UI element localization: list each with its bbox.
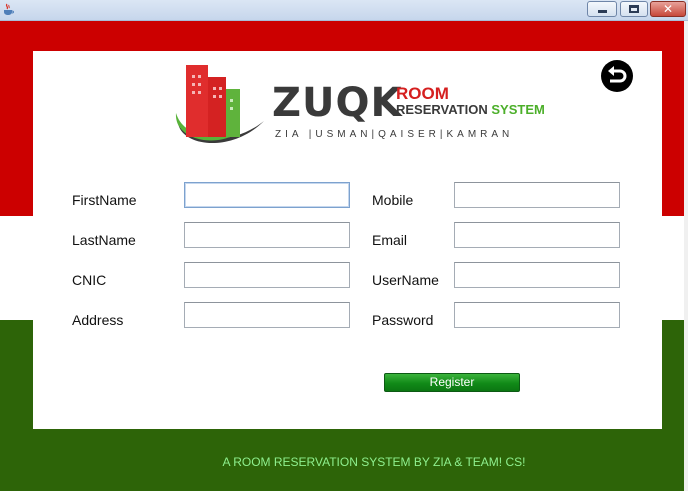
java-app-icon <box>4 3 14 15</box>
window-right-edge <box>684 21 688 491</box>
password-label: Password <box>372 312 434 328</box>
back-arrow-icon <box>608 66 627 83</box>
password-input[interactable] <box>454 302 620 328</box>
registration-panel: ZUQK ROOM RESERVATION SYSTEM ZIA |USMAN|… <box>33 51 662 429</box>
username-input[interactable] <box>454 262 620 288</box>
logo-system-word: SYSTEM <box>491 102 545 117</box>
first-name-label: FirstName <box>72 192 137 208</box>
window-title-bar[interactable]: ✕ <box>0 0 688 21</box>
register-button[interactable]: Register <box>384 373 520 392</box>
logo-team-names: ZIA |USMAN|QAISER|KAMRAN <box>275 129 514 140</box>
mobile-label: Mobile <box>372 192 414 208</box>
logo-reservation-system-text: RESERVATION SYSTEM <box>396 103 545 117</box>
email-label: Email <box>372 232 408 248</box>
maximize-icon <box>629 5 639 13</box>
zuqk-logo: ZUQK ROOM RESERVATION SYSTEM ZIA |USMAN|… <box>172 61 572 151</box>
last-name-input[interactable] <box>184 222 350 248</box>
email-input[interactable] <box>454 222 620 248</box>
logo-reservation-word: RESERVATION <box>396 102 488 117</box>
minimize-icon <box>598 10 607 13</box>
back-button[interactable] <box>601 60 633 92</box>
footer-text: A ROOM RESERVATION SYSTEM BY ZIA & TEAM!… <box>222 455 526 469</box>
cnic-label: CNIC <box>72 272 107 288</box>
minimize-button[interactable] <box>587 1 617 17</box>
building-logo-icon <box>175 65 264 144</box>
last-name-label: LastName <box>72 232 136 248</box>
mobile-input[interactable] <box>454 182 620 208</box>
maximize-button[interactable] <box>620 1 648 17</box>
address-label: Address <box>72 312 124 328</box>
logo-room-text: ROOM <box>396 84 449 103</box>
logo-wordmark: ZUQK <box>272 80 403 126</box>
first-name-input[interactable] <box>184 182 350 208</box>
cnic-input[interactable] <box>184 262 350 288</box>
address-input[interactable] <box>184 302 350 328</box>
close-button[interactable]: ✕ <box>650 1 686 17</box>
username-label: UserName <box>372 272 439 288</box>
close-icon: ✕ <box>662 2 674 16</box>
